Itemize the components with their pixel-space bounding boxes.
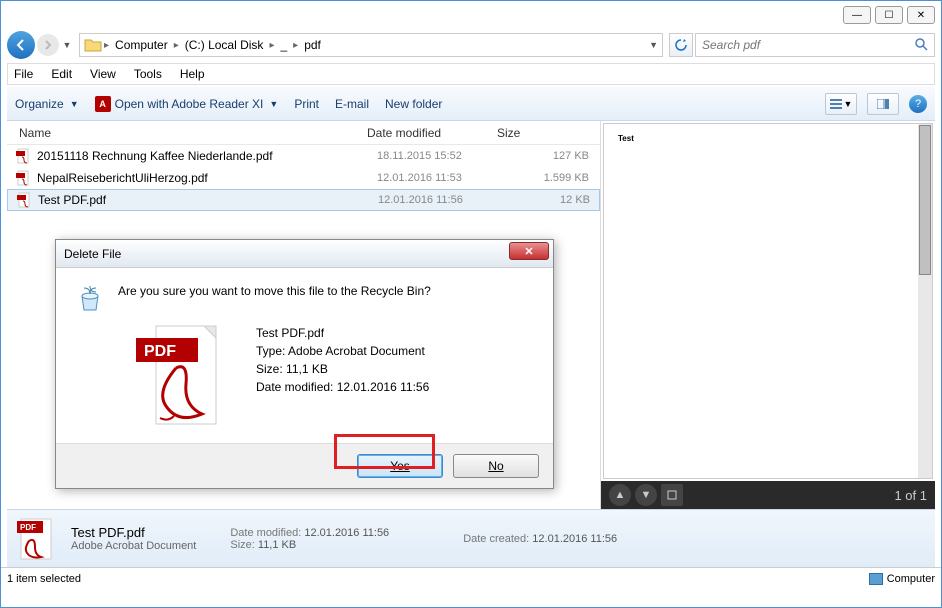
dialog-close-button[interactable]: ✕ — [509, 242, 549, 260]
details-filetype: Adobe Acrobat Document — [71, 540, 196, 552]
status-right: Computer — [869, 573, 935, 585]
minimize-button[interactable]: — — [843, 6, 871, 24]
svg-text:PDF: PDF — [144, 343, 176, 360]
print-button[interactable]: Print — [294, 97, 319, 111]
dialog-file-details: PDF Test PDF.pdf Type: Adobe Acrobat Doc… — [56, 324, 553, 443]
file-date: 12.01.2016 11:56 — [378, 194, 508, 206]
status-left: 1 item selected — [7, 573, 81, 585]
history-dropdown-icon[interactable]: ▼ — [61, 40, 73, 50]
details-info: Test PDF.pdf Adobe Acrobat Document — [71, 525, 196, 552]
file-name: NepalReiseberichtUliHerzog.pdf — [37, 171, 377, 185]
details-bar: PDF Test PDF.pdf Adobe Acrobat Document … — [7, 509, 935, 567]
file-size: 127 KB — [507, 150, 597, 162]
preview-pages-button[interactable] — [661, 484, 683, 506]
search-input[interactable] — [702, 38, 914, 52]
preview-panel: Test ▲ ▼ 1 of 1 — [600, 121, 935, 509]
breadcrumb-drive[interactable]: (C:) Local Disk — [181, 38, 268, 52]
preview-document[interactable]: Test — [603, 123, 933, 479]
file-row[interactable]: 20151118 Rechnung Kaffee Niederlande.pdf… — [7, 145, 600, 167]
menubar: File Edit View Tools Help — [7, 63, 935, 85]
menu-view[interactable]: View — [90, 67, 116, 81]
breadcrumb-folder[interactable]: pdf — [300, 38, 325, 52]
details-filename: Test PDF.pdf — [71, 525, 196, 540]
file-name: 20151118 Rechnung Kaffee Niederlande.pdf — [37, 149, 377, 163]
pdf-icon — [15, 170, 31, 186]
chevron-right-icon[interactable]: ▸ — [174, 40, 179, 51]
column-header-size[interactable]: Size — [497, 126, 587, 140]
preview-toolbar: ▲ ▼ 1 of 1 — [601, 481, 935, 509]
menu-edit[interactable]: Edit — [51, 67, 72, 81]
file-row[interactable]: Test PDF.pdf 12.01.2016 11:56 12 KB — [7, 189, 600, 211]
preview-next-button[interactable]: ▼ — [635, 484, 657, 506]
chevron-right-icon[interactable]: ▸ — [104, 40, 109, 51]
computer-icon — [869, 573, 883, 585]
search-icon[interactable] — [914, 37, 928, 54]
scrollbar-thumb[interactable] — [919, 125, 931, 275]
pdf-icon: PDF — [17, 515, 57, 563]
navigation-bar: ▼ ▸ Computer ▸ (C:) Local Disk ▸ _ ▸ pdf… — [1, 29, 941, 61]
no-button[interactable]: No — [453, 454, 539, 478]
delete-file-dialog: Delete File ✕ Are you sure you want to m… — [55, 239, 554, 489]
file-date: 12.01.2016 11:53 — [377, 172, 507, 184]
page-indicator: 1 of 1 — [894, 488, 927, 503]
close-button[interactable]: ✕ — [907, 6, 935, 24]
yes-button[interactable]: Yes — [357, 454, 443, 478]
pdf-icon: PDF — [116, 324, 236, 429]
file-name: Test PDF.pdf — [38, 193, 378, 207]
back-button[interactable] — [7, 31, 35, 59]
dialog-file-name: Test PDF.pdf — [256, 324, 429, 342]
breadcrumb[interactable]: ▸ Computer ▸ (C:) Local Disk ▸ _ ▸ pdf ▼ — [79, 33, 663, 57]
details-meta-2: Date created: 12.01.2016 11:56 — [463, 533, 617, 545]
toolbar: Organize▼ A Open with Adobe Reader XI▼ P… — [7, 87, 935, 121]
dialog-buttons: Yes No — [56, 443, 553, 488]
file-date: 18.11.2015 15:52 — [377, 150, 507, 162]
search-box[interactable] — [695, 33, 935, 57]
file-size: 1.599 KB — [507, 172, 597, 184]
pdf-icon — [15, 148, 31, 164]
view-options-button[interactable]: ▼ — [825, 93, 857, 115]
preview-content: Test — [618, 134, 634, 143]
details-meta-1: Date modified: 12.01.2016 11:56 Size: 11… — [230, 527, 389, 551]
file-size: 12 KB — [508, 194, 598, 206]
pdf-icon — [16, 192, 32, 208]
preview-pane-button[interactable] — [867, 93, 899, 115]
dialog-message: Are you sure you want to move this file … — [118, 282, 431, 314]
dialog-file-info: Test PDF.pdf Type: Adobe Acrobat Documen… — [256, 324, 429, 429]
statusbar: 1 item selected Computer — [1, 567, 941, 589]
breadcrumb-computer[interactable]: Computer — [111, 38, 172, 52]
chevron-down-icon: ▼ — [70, 99, 79, 109]
preview-scrollbar[interactable] — [918, 124, 932, 478]
recycle-bin-icon — [74, 282, 106, 314]
column-header-name[interactable]: Name — [7, 126, 367, 140]
window-titlebar: — ☐ ✕ — [1, 1, 941, 29]
preview-prev-button[interactable]: ▲ — [609, 484, 631, 506]
dialog-body: Are you sure you want to move this file … — [56, 268, 553, 324]
chevron-down-icon: ▼ — [844, 99, 853, 109]
email-button[interactable]: E-mail — [335, 97, 369, 111]
menu-tools[interactable]: Tools — [134, 67, 162, 81]
new-folder-button[interactable]: New folder — [385, 97, 442, 111]
folder-icon — [84, 37, 102, 53]
chevron-right-icon[interactable]: ▸ — [293, 40, 298, 51]
open-with-adobe-button[interactable]: A Open with Adobe Reader XI▼ — [95, 96, 279, 112]
column-header-date[interactable]: Date modified — [367, 126, 497, 140]
dialog-titlebar[interactable]: Delete File ✕ — [56, 240, 553, 268]
maximize-button[interactable]: ☐ — [875, 6, 903, 24]
chevron-down-icon: ▼ — [269, 99, 278, 109]
column-headers: Name Date modified Size — [7, 121, 600, 145]
help-button[interactable]: ? — [909, 95, 927, 113]
adobe-icon: A — [95, 96, 111, 112]
menu-file[interactable]: File — [14, 67, 33, 81]
chevron-down-icon[interactable]: ▼ — [649, 40, 658, 50]
organize-button[interactable]: Organize▼ — [15, 97, 79, 111]
refresh-button[interactable] — [669, 33, 693, 57]
breadcrumb-mid[interactable]: _ — [276, 38, 291, 52]
svg-text:PDF: PDF — [20, 523, 36, 532]
file-row[interactable]: NepalReiseberichtUliHerzog.pdf 12.01.201… — [7, 167, 600, 189]
forward-button — [37, 34, 59, 56]
chevron-right-icon[interactable]: ▸ — [269, 40, 274, 51]
menu-help[interactable]: Help — [180, 67, 205, 81]
dialog-title: Delete File — [64, 247, 121, 261]
